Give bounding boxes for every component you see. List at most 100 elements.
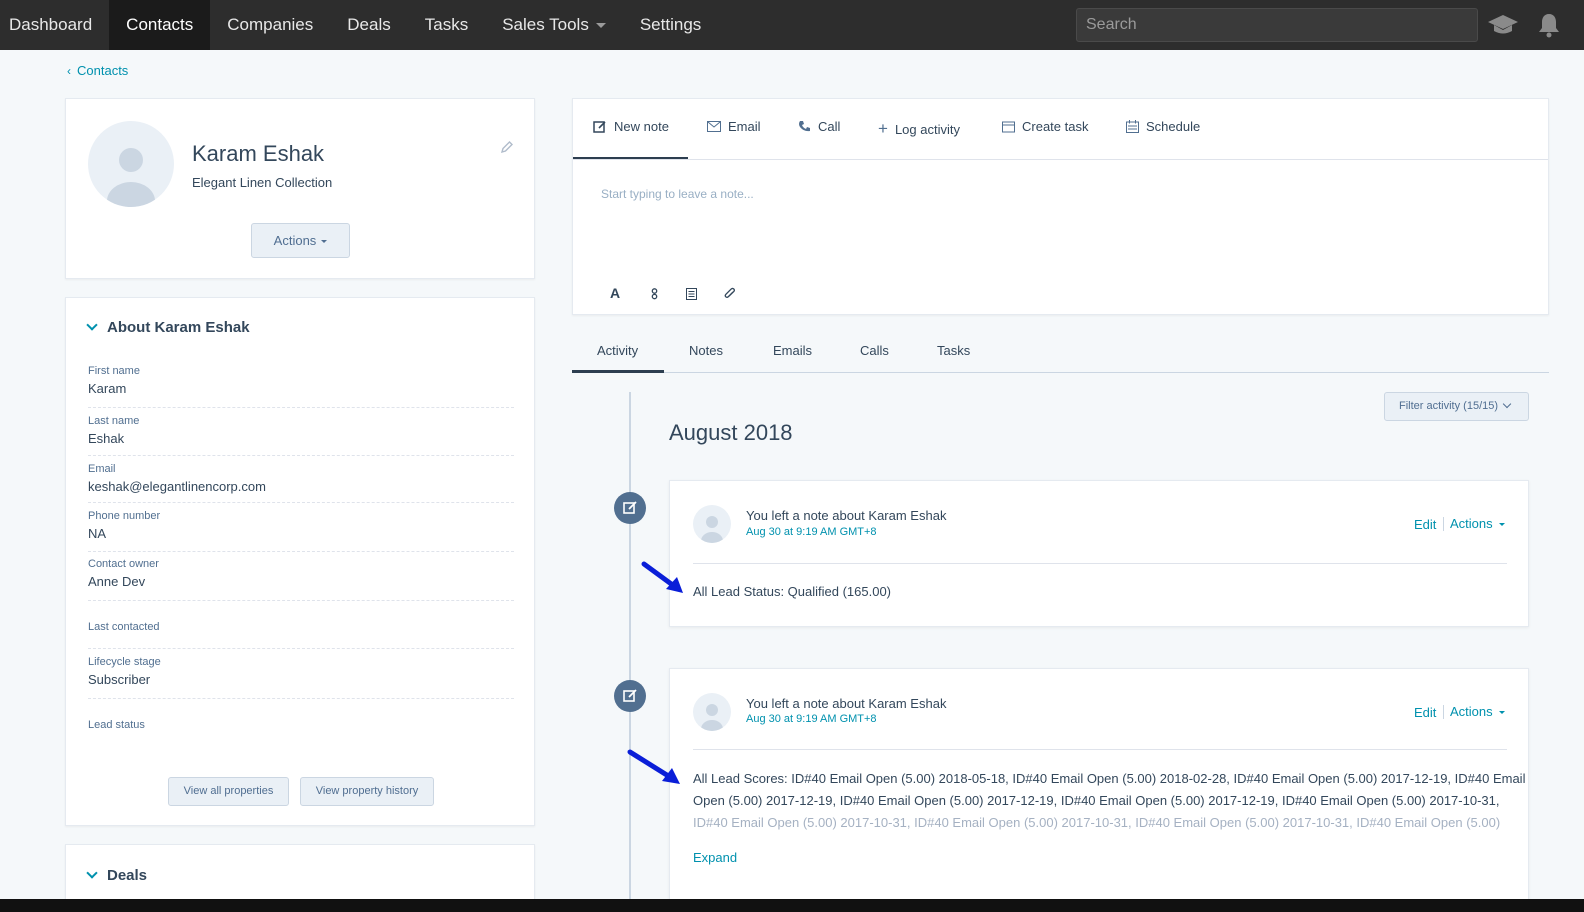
tab-tasks[interactable]: Tasks [937,343,970,358]
property-value: Eshak [88,431,125,446]
graduation-cap-icon[interactable] [1487,12,1519,38]
deals-title: Deals [107,867,148,884]
task-icon [1002,121,1015,132]
view-all-properties-button[interactable]: View all properties [168,777,289,806]
activity-card: You left a note about Karam Eshak Aug 30… [669,480,1529,627]
tab-new-note[interactable]: New note [593,119,669,134]
tab-calls[interactable]: Calls [860,343,889,358]
note-editor[interactable]: Start typing to leave a note... [601,187,754,201]
property-label: Lifecycle stage [88,656,161,668]
property-label: Contact owner [88,558,159,570]
about-section-toggle[interactable]: About Karam Eshak [86,319,250,336]
property-last-name[interactable]: Last name Eshak [88,415,514,456]
divider [1443,705,1444,719]
month-heading: August 2018 [669,420,793,445]
actions-label: Actions [1450,516,1493,531]
edit-link[interactable]: Edit [1414,705,1436,720]
tab-create-task[interactable]: Create task [1002,119,1088,134]
property-phone-number[interactable]: Phone number NA [88,510,514,552]
tab-schedule[interactable]: Schedule [1126,119,1200,134]
about-card: About Karam Eshak First name Karam Last … [65,297,535,826]
activity-actions-menu[interactable]: Actions [1450,516,1505,531]
phone-icon [799,121,810,132]
tab-notes[interactable]: Notes [689,343,723,358]
nav-deals[interactable]: Deals [330,0,407,50]
tab-label: Call [818,119,841,134]
personalize-icon[interactable] [650,288,659,300]
filter-activity-button[interactable]: Filter activity (15/15) [1384,392,1529,421]
attachment-icon[interactable] [724,287,736,300]
chevron-down-icon [86,867,98,879]
property-lead-status[interactable]: Lead status [88,719,514,739]
activity-headline: You left a note about Karam Eshak [746,508,946,523]
plus-icon: + [878,119,888,138]
tab-label: New note [614,119,669,134]
property-value: Anne Dev [88,574,146,589]
activity-actions-menu[interactable]: Actions [1450,704,1505,719]
activity-timestamp[interactable]: Aug 30 at 9:19 AM GMT+8 [746,526,877,538]
breadcrumb-label[interactable]: Contacts [77,63,128,78]
property-label: Last contacted [88,621,160,633]
activity-subject-link[interactable]: Karam Eshak [868,696,946,711]
filter-label: Filter activity (15/15) [1399,400,1499,412]
tab-email[interactable]: Email [707,119,761,134]
nav-sales-tools[interactable]: Sales Tools [485,0,623,50]
nav-companies[interactable]: Companies [210,0,330,50]
activity-body-line-faded: ID#40 Email Open (5.00) 2017-10-31, ID#4… [693,815,1501,830]
chevron-down-icon [1502,399,1512,409]
nav-settings[interactable]: Settings [623,0,718,50]
property-value: NA [88,526,107,541]
note-icon [593,120,606,133]
tab-log-activity[interactable]: + Log activity [878,119,960,139]
breadcrumb[interactable]: ‹ Contacts [67,63,128,78]
timeline-note-icon [614,680,646,712]
note-icon [623,689,637,702]
avatar-icon [701,704,723,731]
bell-icon[interactable] [1538,12,1560,38]
caret-down-icon [1498,523,1505,527]
property-contact-owner[interactable]: Contact owner Anne Dev [88,558,514,601]
annotation-arrow [641,561,683,593]
profile-card: Karam Eshak Elegant Linen Collection Act… [65,98,535,279]
tab-call[interactable]: Call [798,119,840,134]
activity-prefix: You left a note about [746,508,869,523]
avatar-icon [701,516,723,543]
pencil-icon[interactable] [500,140,514,154]
text-format-icon[interactable]: A [610,285,620,301]
nav-dashboard[interactable]: Dashboard [0,0,109,50]
tab-emails[interactable]: Emails [773,343,812,358]
property-lifecycle-stage[interactable]: Lifecycle stage Subscriber [88,656,514,699]
tab-label: Email [728,119,761,134]
activity-card: You left a note about Karam Eshak Aug 30… [669,668,1529,904]
view-property-history-button[interactable]: View property history [300,777,434,806]
property-email[interactable]: Email keshak@elegantlinencorp.com [88,463,514,503]
bottom-bar [0,899,1584,912]
search-input[interactable] [1076,8,1478,42]
avatar [693,693,731,731]
activity-body-line: Open (5.00) 2017-12-19, ID#40 Email Open… [693,793,1500,808]
chevron-left-icon: ‹ [67,64,71,78]
nav-sales-tools-label: Sales Tools [502,15,589,34]
activity-subject-link[interactable]: Karam Eshak [868,508,946,523]
nav-tasks[interactable]: Tasks [408,0,485,50]
activity-timestamp[interactable]: Aug 30 at 9:19 AM GMT+8 [746,713,877,725]
tab-label: Schedule [1146,119,1201,134]
property-label: Lead status [88,719,145,731]
activity-divider [693,563,1507,564]
nav-contacts[interactable]: Contacts [109,0,211,50]
actions-label: Actions [1450,704,1493,719]
snippet-icon[interactable] [686,288,697,300]
profile-actions-button[interactable]: Actions [251,223,350,258]
contact-company: Elegant Linen Collection [192,175,333,190]
activity-body: All Lead Status: Qualified (165.00) [693,584,892,599]
property-last-contacted[interactable]: Last contacted [88,621,514,649]
expand-link[interactable]: Expand [693,850,737,865]
activity-divider [693,749,1507,750]
chevron-down-icon [595,23,606,29]
edit-link[interactable]: Edit [1414,517,1436,532]
property-first-name[interactable]: First name Karam [88,365,514,408]
deals-section-toggle[interactable]: Deals [86,867,148,884]
profile-actions-label: Actions [273,233,317,248]
activity-body: All Lead Scores: ID#40 Email Open (5.00)… [693,768,1525,834]
tab-activity[interactable]: Activity [597,343,638,358]
